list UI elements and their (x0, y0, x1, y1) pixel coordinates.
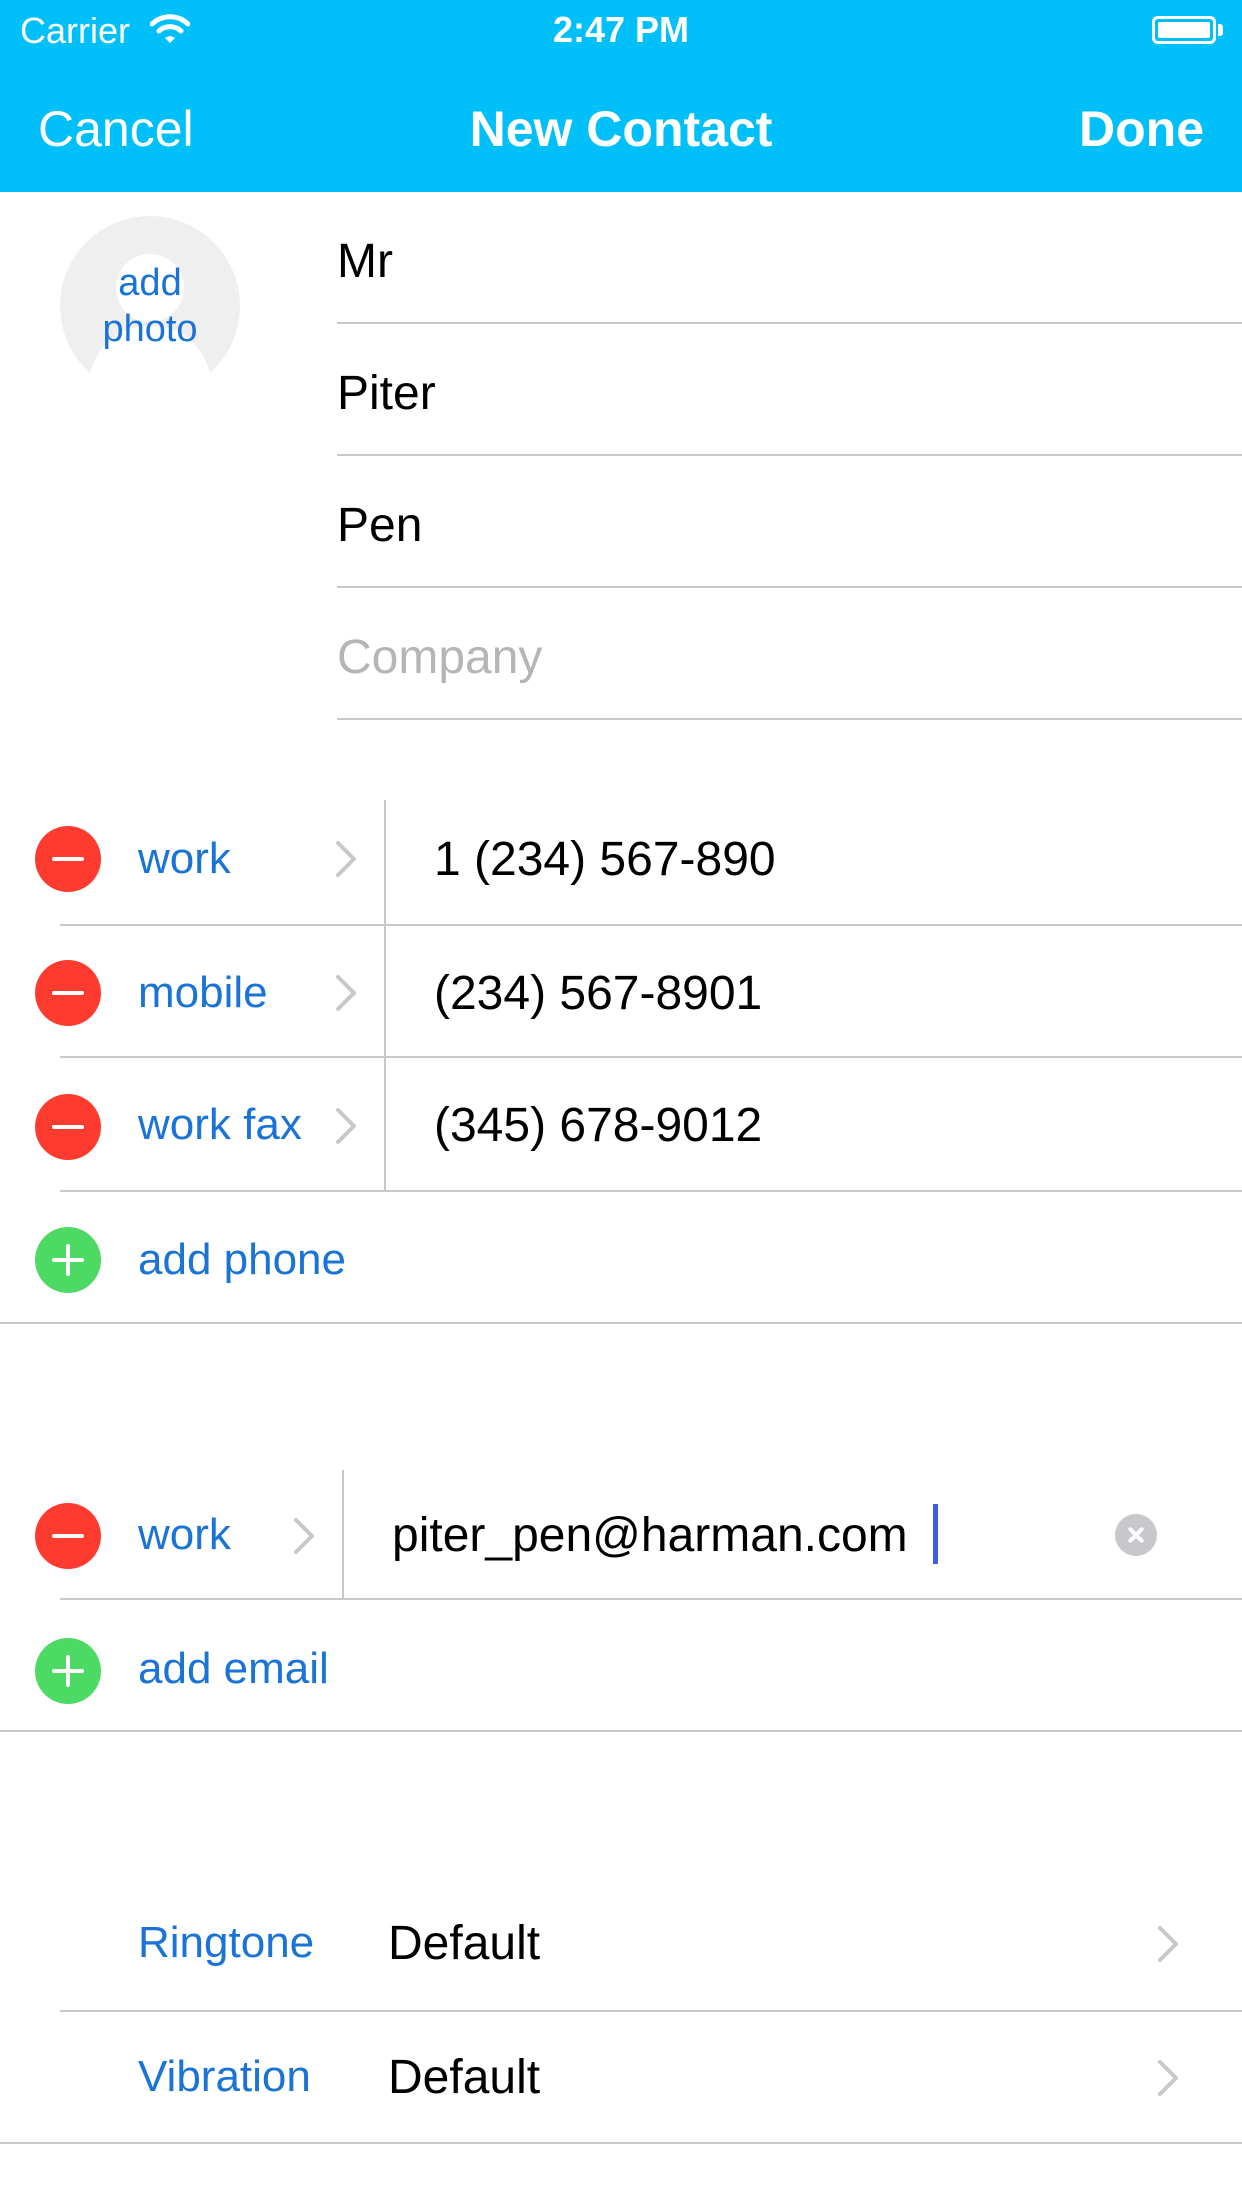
done-button[interactable]: Done (1079, 100, 1204, 158)
divider (60, 1190, 1242, 1192)
status-time: 2:47 PM (552, 9, 690, 50)
delete-phone-button[interactable] (35, 826, 101, 892)
first-name-field[interactable]: Piter (337, 324, 1242, 456)
clear-text-icon[interactable] (1115, 1514, 1157, 1556)
battery-tip (1218, 24, 1223, 36)
delete-email-button[interactable] (35, 1503, 101, 1569)
vertical-divider (384, 926, 386, 1056)
vibration-label: Vibration (138, 2052, 311, 2101)
company-placeholder: Company (337, 631, 543, 684)
vibration-row[interactable]: Vibration Default (0, 2012, 1242, 2142)
divider (60, 1056, 1242, 1058)
ringtone-label: Ringtone (138, 1918, 315, 1967)
section-divider (0, 1322, 1242, 1324)
prefix-field[interactable]: Mr (337, 192, 1242, 324)
vibration-value: Default (388, 2051, 541, 2104)
page-title: New Contact (469, 101, 773, 157)
phone-label-button[interactable]: work fax (138, 1100, 302, 1150)
email-field[interactable]: piter_pen@harman.com (392, 1508, 908, 1563)
divider (337, 718, 1242, 720)
section-divider (0, 1730, 1242, 1732)
divider (60, 924, 1242, 926)
phone-number-field[interactable]: (234) 567-8901 (434, 966, 762, 1021)
chevron-right-icon (1158, 1926, 1178, 1962)
last-name-field[interactable]: Pen (337, 456, 1242, 588)
delete-phone-button[interactable] (35, 1094, 101, 1160)
delete-phone-button[interactable] (35, 960, 101, 1026)
chevron-right-icon (336, 975, 356, 1011)
add-phone-button[interactable]: add phone (138, 1235, 346, 1285)
chevron-right-icon (294, 1518, 314, 1554)
phone-label-button[interactable]: work (138, 834, 231, 884)
battery-icon (1152, 16, 1216, 44)
prefix-value: Mr (337, 235, 393, 288)
chevron-right-icon (336, 1108, 356, 1144)
company-field[interactable]: Company (337, 588, 1242, 720)
status-bar: Carrier 2:47 PM (0, 0, 1242, 60)
add-photo-button[interactable]: add photo (60, 216, 240, 396)
section-divider (0, 2142, 1242, 2144)
add-phone-icon-button[interactable] (35, 1227, 101, 1293)
navigation-bar: Cancel New Contact Done (0, 60, 1242, 192)
ringtone-value: Default (388, 1917, 541, 1970)
add-email-icon-button[interactable] (35, 1638, 101, 1704)
phone-label-button[interactable]: mobile (138, 968, 268, 1018)
vertical-divider (384, 1058, 386, 1190)
first-name-value: Piter (337, 367, 436, 420)
add-photo-label: add photo (102, 262, 198, 350)
chevron-right-icon (1158, 2060, 1178, 2096)
phone-number-field[interactable]: 1 (234) 567-890 (434, 832, 776, 887)
vertical-divider (384, 800, 386, 924)
divider (60, 1598, 1242, 1600)
vertical-divider (342, 1470, 344, 1600)
chevron-right-icon (336, 841, 356, 877)
add-email-button[interactable]: add email (138, 1644, 329, 1694)
text-cursor (933, 1504, 938, 1564)
email-label-button[interactable]: work (138, 1510, 231, 1560)
last-name-value: Pen (337, 499, 423, 552)
ringtone-row[interactable]: Ringtone Default (0, 1880, 1242, 2010)
phone-number-field[interactable]: (345) 678-9012 (434, 1098, 762, 1153)
